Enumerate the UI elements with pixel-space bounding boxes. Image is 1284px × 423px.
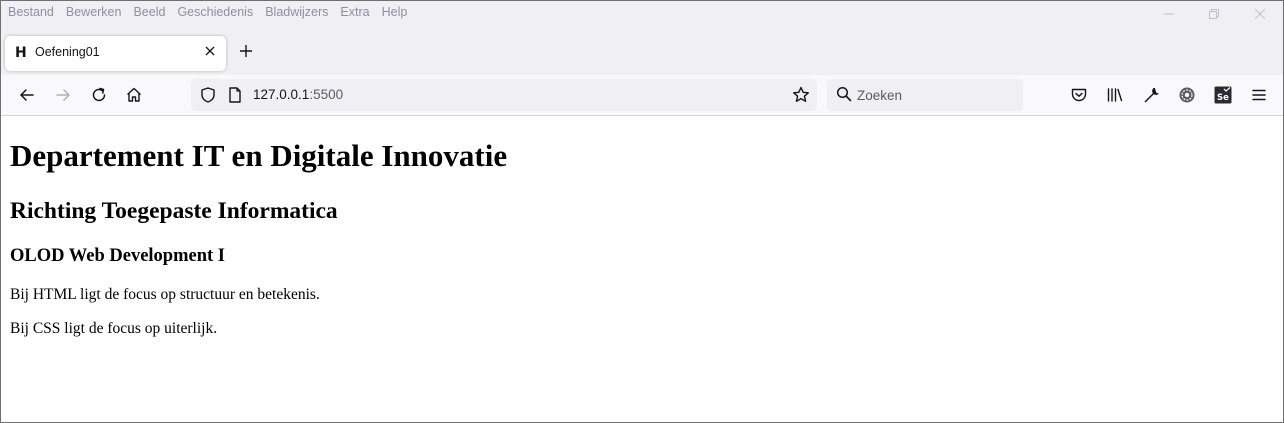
url-text[interactable]: 127.0.0.1:5500 [253, 87, 343, 102]
navigation-bar: 127.0.0.1:5500 Se [1, 75, 1283, 116]
menu-bar: Bestand Bewerken Beeld Geschiedenis Blad… [1, 1, 1283, 29]
extension-button[interactable] [1177, 85, 1197, 105]
page-heading-2: Richting Toegepaste Informatica [10, 198, 338, 224]
page-heading-1: Departement IT en Digitale Innovatie [10, 138, 508, 173]
home-icon [127, 87, 141, 102]
developer-tools-button[interactable] [1141, 85, 1161, 105]
paragraph-html: Bij HTML ligt de focus op structuur en b… [10, 286, 320, 303]
menu-items: Bestand Bewerken Beeld Geschiedenis Blad… [8, 5, 407, 19]
pocket-icon [1071, 88, 1087, 102]
shield-icon[interactable] [199, 86, 217, 109]
new-tab-button[interactable] [238, 41, 254, 63]
search-icon [836, 86, 852, 107]
tab-bar: H Oefening01 [1, 29, 1283, 75]
window-close-icon [1254, 8, 1266, 20]
reload-button[interactable] [89, 85, 109, 105]
tab-favicon: H [15, 45, 27, 61]
browser-window: Bestand Bewerken Beeld Geschiedenis Blad… [0, 0, 1284, 423]
hamburger-menu-icon [1252, 89, 1266, 101]
wrench-icon [1144, 88, 1159, 103]
svg-text:Se: Se [1217, 93, 1229, 103]
star-icon[interactable] [791, 85, 811, 110]
tab-oefening01[interactable]: H Oefening01 [5, 36, 226, 71]
window-close-button[interactable] [1253, 7, 1267, 21]
selenium-icon: Se [1214, 86, 1232, 104]
paragraph-css: Bij CSS ligt de focus op uiterlijk. [10, 320, 218, 337]
home-button[interactable] [124, 85, 144, 105]
minimize-icon [1164, 13, 1174, 15]
page-heading-3: OLOD Web Development I [10, 246, 225, 266]
url-bar[interactable]: 127.0.0.1:5500 [191, 79, 817, 111]
pocket-button[interactable] [1069, 85, 1089, 105]
tab-title: Oefening01 [35, 45, 100, 59]
plus-icon [240, 45, 252, 57]
back-button[interactable] [17, 85, 37, 105]
url-host: 127.0.0.1 [253, 87, 310, 102]
restore-button[interactable] [1207, 7, 1221, 21]
close-icon[interactable] [204, 44, 216, 60]
page-content: Departement IT en Digitale Innovatie Ric… [1, 116, 1283, 422]
arrow-right-icon [56, 89, 70, 101]
menu-item-bestand[interactable]: Bestand [8, 5, 54, 19]
search-bar[interactable] [827, 79, 1023, 111]
arrow-left-icon [20, 89, 34, 101]
reload-icon [92, 87, 106, 102]
menu-item-bladwijzers[interactable]: Bladwijzers [265, 5, 328, 19]
menu-item-extra[interactable]: Extra [340, 5, 369, 19]
library-button[interactable] [1105, 85, 1125, 105]
url-port: :5500 [309, 87, 344, 102]
menu-item-help[interactable]: Help [382, 5, 408, 19]
menu-item-geschiedenis[interactable]: Geschiedenis [177, 5, 253, 19]
selenium-button[interactable]: Se [1213, 85, 1233, 105]
forward-button[interactable] [53, 85, 73, 105]
app-menu-button[interactable] [1249, 85, 1269, 105]
menu-item-beeld[interactable]: Beeld [133, 5, 165, 19]
gear-icon [1179, 87, 1195, 103]
minimize-button[interactable] [1162, 7, 1176, 21]
search-input[interactable] [857, 85, 1007, 105]
page-icon[interactable] [227, 86, 243, 109]
restore-icon [1209, 9, 1219, 19]
menu-item-bewerken[interactable]: Bewerken [66, 5, 122, 19]
library-icon [1107, 88, 1123, 102]
